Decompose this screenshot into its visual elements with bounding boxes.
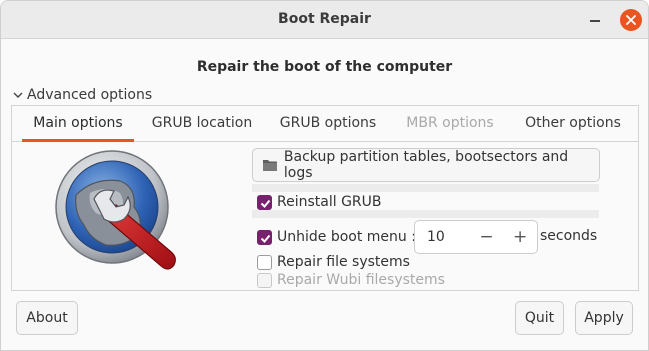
- close-button[interactable]: [620, 9, 642, 31]
- seconds-unit-label: seconds: [540, 228, 598, 244]
- boot-repair-window: Boot Repair Repair the boot of the compu…: [0, 0, 649, 351]
- repair-wubi-checkbox: Repair Wubi filesystems: [257, 270, 445, 290]
- seconds-value[interactable]: 10: [415, 221, 470, 253]
- boot-menu-seconds-spinbutton[interactable]: 10 − +: [414, 220, 538, 254]
- chevron-down-icon: [13, 92, 23, 98]
- about-button[interactable]: About: [16, 301, 78, 335]
- unhide-boot-menu-checkbox[interactable]: Unhide boot menu :: [257, 227, 416, 247]
- boot-repair-logo-icon: [55, 150, 176, 270]
- tab-bar: Main options GRUB location GRUB options …: [12, 106, 638, 142]
- checkbox-checked-icon: [257, 229, 272, 245]
- repair-file-systems-label: Repair file systems: [277, 254, 410, 270]
- checkbox-unchecked-icon: [257, 254, 272, 270]
- checkbox-disabled-icon: [257, 272, 272, 288]
- page-heading: Repair the boot of the computer: [196, 59, 453, 75]
- separator: [252, 184, 599, 192]
- expander-label: Advanced options: [27, 87, 153, 103]
- advanced-options-expander[interactable]: Advanced options: [13, 85, 152, 105]
- window-title: Boot Repair: [278, 11, 371, 27]
- minimize-icon: [590, 20, 600, 22]
- options-notebook: Main options GRUB location GRUB options …: [11, 105, 639, 291]
- minimize-button[interactable]: [584, 9, 606, 31]
- decrement-button[interactable]: −: [470, 221, 504, 253]
- quit-button[interactable]: Quit: [515, 301, 564, 335]
- separator: [252, 210, 599, 218]
- backup-button[interactable]: Backup partition tables, bootsectors and…: [252, 148, 600, 182]
- tab-grub-location[interactable]: GRUB location: [142, 106, 262, 141]
- tab-mbr-options: MBR options: [406, 115, 494, 131]
- close-icon: [626, 15, 636, 25]
- repair-file-systems-checkbox[interactable]: Repair file systems: [257, 252, 410, 272]
- backup-button-label: Backup partition tables, bootsectors and…: [283, 149, 569, 181]
- reinstall-grub-checkbox[interactable]: Reinstall GRUB: [257, 192, 382, 212]
- folder-icon: [262, 160, 277, 171]
- increment-button[interactable]: +: [503, 221, 537, 253]
- unhide-boot-menu-label: Unhide boot menu :: [277, 229, 416, 245]
- reinstall-grub-label: Reinstall GRUB: [277, 194, 382, 210]
- tab-grub-options[interactable]: GRUB options: [270, 106, 386, 141]
- title-bar: Boot Repair: [1, 1, 648, 39]
- apply-button[interactable]: Apply: [575, 301, 633, 335]
- tab-other-options[interactable]: Other options: [515, 106, 631, 141]
- checkbox-checked-icon: [257, 194, 272, 210]
- tab-main-options[interactable]: Main options: [22, 106, 134, 142]
- repair-wubi-label: Repair Wubi filesystems: [277, 272, 445, 288]
